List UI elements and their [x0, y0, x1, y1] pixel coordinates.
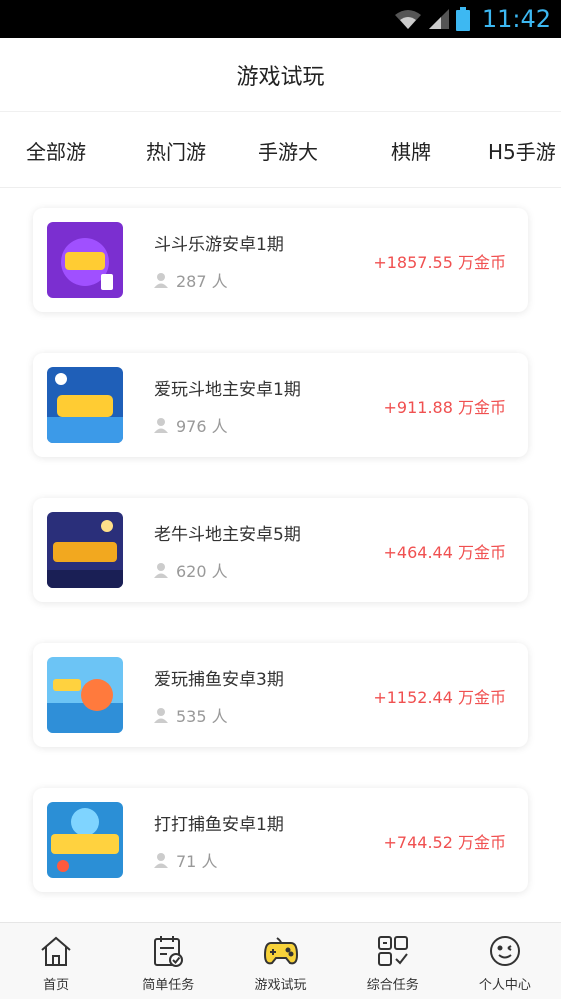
reward-amount: +464.44 万金币: [383, 543, 506, 562]
user-icon: [154, 273, 168, 288]
game-name: 打打捕鱼安卓1期: [154, 815, 284, 835]
game-name: 爱玩捕鱼安卓3期: [154, 670, 284, 690]
tab-label: 棋牌: [391, 139, 431, 164]
tab-label: H5手游: [488, 139, 556, 164]
game-thumbnail: [47, 512, 123, 588]
game-card[interactable]: 打打捕鱼安卓1期 71 人 +744.52 万金币: [33, 788, 528, 892]
player-count: 976 人: [154, 413, 228, 437]
gamepad-icon: [263, 933, 299, 969]
home-icon: [39, 933, 73, 969]
smiley-icon: [488, 933, 522, 969]
nav-profile[interactable]: 个人中心: [449, 923, 561, 999]
game-name: 老牛斗地主安卓5期: [154, 525, 301, 545]
tab-chess-cards[interactable]: 棋牌: [355, 112, 467, 187]
tab-all[interactable]: 全部游: [0, 112, 112, 187]
nav-label: 简单任务: [142, 978, 195, 993]
tab-h5[interactable]: H5手游: [488, 112, 561, 187]
tab-label: 手游大: [258, 139, 318, 164]
nav-simple-tasks[interactable]: 简单任务: [112, 923, 224, 999]
reward-amount: +1152.44 万金币: [373, 688, 506, 707]
game-name: 斗斗乐游安卓1期: [154, 235, 284, 255]
nav-comprehensive-tasks[interactable]: 综合任务: [337, 923, 449, 999]
tab-label: 热门游: [146, 139, 206, 164]
player-count-text: 287 人: [176, 272, 228, 291]
game-thumbnail: [47, 802, 123, 878]
nav-label: 游戏试玩: [254, 978, 307, 993]
game-card[interactable]: 爱玩捕鱼安卓3期 535 人 +1152.44 万金币: [33, 643, 528, 747]
grid-check-icon: [376, 933, 410, 969]
tab-hot[interactable]: 热门游: [120, 112, 232, 187]
player-count: 71 人: [154, 848, 217, 872]
nav-game-trial[interactable]: 游戏试玩: [224, 923, 336, 999]
player-count: 535 人: [154, 703, 228, 727]
user-icon: [154, 563, 168, 578]
reward-amount: +911.88 万金币: [383, 398, 506, 417]
nav-home[interactable]: 首页: [0, 923, 112, 999]
player-count: 620 人: [154, 558, 228, 582]
calendar-check-icon: [151, 933, 185, 969]
status-bar: 11:42: [0, 0, 561, 38]
nav-label: 综合任务: [366, 978, 419, 993]
category-tabs: 全部游 热门游 手游大 棋牌 H5手游: [0, 112, 561, 188]
clock: 11:42: [481, 5, 551, 33]
game-card[interactable]: 爱玩斗地主安卓1期 976 人 +911.88 万金币: [33, 353, 528, 457]
player-count-text: 620 人: [176, 562, 228, 581]
tab-label: 全部游: [26, 139, 86, 164]
player-count-text: 535 人: [176, 707, 228, 726]
tab-mobile[interactable]: 手游大: [232, 112, 344, 187]
user-icon: [154, 708, 168, 723]
page-title: 游戏试玩: [236, 64, 325, 90]
reward-amount: +1857.55 万金币: [373, 253, 506, 272]
player-count-text: 71 人: [176, 852, 218, 871]
signal-icon: [428, 8, 450, 30]
game-thumbnail: [47, 222, 123, 298]
nav-label: 个人中心: [478, 978, 531, 993]
game-list: 斗斗乐游安卓1期 287 人 +1857.55 万金币 爱玩斗地主安卓1期 97…: [0, 188, 561, 922]
reward-amount: +744.52 万金币: [383, 833, 506, 852]
player-count: 287 人: [154, 268, 228, 292]
game-thumbnail: [47, 657, 123, 733]
game-thumbnail: [47, 367, 123, 443]
game-card[interactable]: 老牛斗地主安卓5期 620 人 +464.44 万金币: [33, 498, 528, 602]
nav-label: 首页: [43, 978, 70, 993]
bottom-nav: 首页 简单任务 游戏试玩 综合任务 个人中心: [0, 922, 561, 999]
user-icon: [154, 853, 168, 868]
wifi-icon: [394, 8, 422, 30]
header: 游戏试玩: [0, 38, 561, 112]
battery-icon: [455, 7, 470, 31]
user-icon: [154, 418, 168, 433]
game-name: 爱玩斗地主安卓1期: [154, 380, 301, 400]
game-card[interactable]: 斗斗乐游安卓1期 287 人 +1857.55 万金币: [33, 208, 528, 312]
player-count-text: 976 人: [176, 417, 228, 436]
